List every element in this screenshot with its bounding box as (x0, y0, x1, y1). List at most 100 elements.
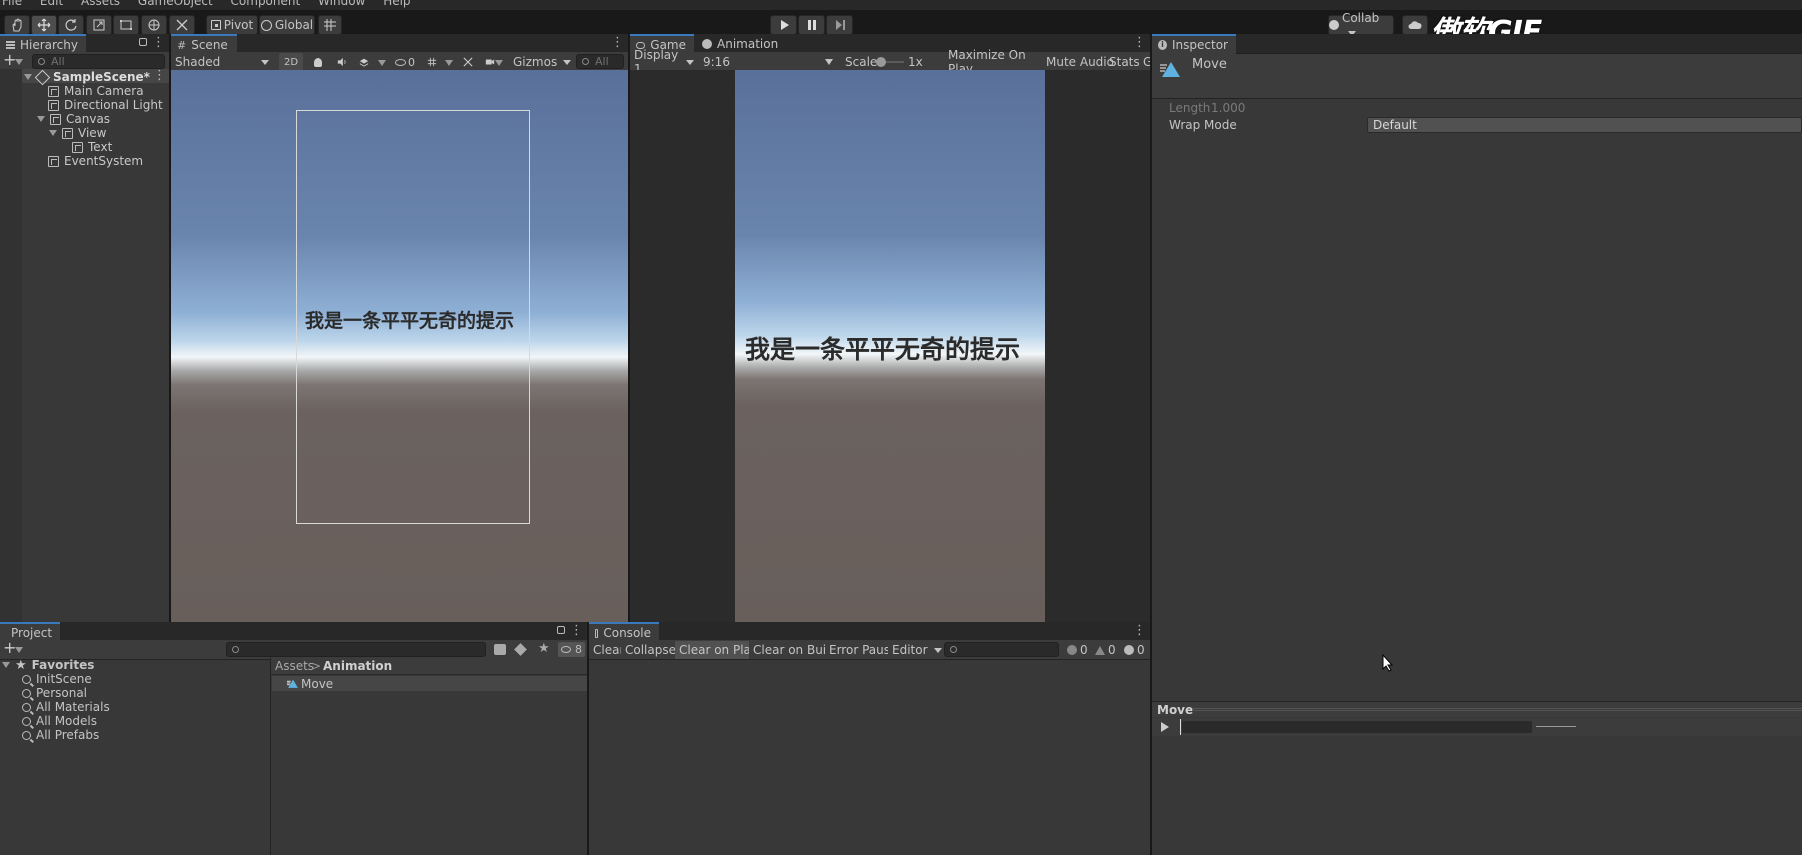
shading-mode-dropdown[interactable]: Shaded (171, 53, 273, 71)
lightbulb-icon (314, 57, 322, 67)
favorite-item[interactable]: All Prefabs (22, 728, 99, 742)
preview-speed-slider[interactable] (1536, 726, 1576, 727)
collab-dropdown[interactable]: Collab (1328, 11, 1394, 35)
menu-assets[interactable]: Assets (81, 0, 120, 8)
scene-more-icon[interactable]: ⋮ (611, 36, 624, 51)
scene-viewport[interactable]: 我是一条平平无奇的提示 (171, 70, 628, 622)
lock-icon[interactable] (139, 38, 147, 46)
project-more-icon[interactable]: ⋮ (570, 624, 583, 639)
favorite-item[interactable]: InitScene (22, 672, 92, 686)
hierarchy-search-input[interactable]: All (32, 54, 165, 69)
more-menu-icon[interactable]: ⋮ (152, 36, 165, 51)
tab-console[interactable]: Console (589, 622, 659, 642)
lock-icon[interactable] (557, 626, 565, 634)
console-search-input[interactable] (944, 642, 1059, 657)
console-more-icon[interactable]: ⋮ (1133, 624, 1146, 639)
step-button[interactable] (826, 15, 853, 35)
project-search-input[interactable] (226, 642, 486, 657)
hand-icon (12, 18, 22, 32)
grid-dropdown-icon[interactable] (445, 60, 453, 66)
favorites-header[interactable]: ★ Favorites (0, 658, 94, 673)
favorite-item[interactable]: All Models (22, 714, 97, 728)
game-more-icon[interactable]: ⋮ (1133, 36, 1146, 51)
expand-arrow-icon[interactable] (2, 662, 10, 668)
expand-arrow-icon[interactable] (37, 116, 45, 122)
transform-tool-button[interactable] (141, 15, 167, 35)
hidden-packages-toggle[interactable]: 8 (558, 642, 585, 657)
preview-drag-handle[interactable] (1192, 708, 1802, 711)
scene-more-icon[interactable]: ⋮ (153, 69, 166, 84)
gizmos-dropdown[interactable]: Gizmos (509, 53, 567, 71)
play-button[interactable] (770, 15, 797, 35)
audio-toggle-button[interactable] (333, 53, 351, 71)
menu-help[interactable]: Help (383, 0, 410, 8)
aspect-dropdown[interactable]: 9:16 (699, 53, 837, 71)
tab-scene[interactable]: # Scene (171, 34, 237, 54)
error-filter-toggle[interactable]: 0 (1120, 641, 1149, 659)
gizmos-toggle[interactable]: G (1139, 53, 1150, 71)
effects-dropdown-icon[interactable] (378, 60, 386, 66)
cloud-button[interactable] (1402, 15, 1428, 35)
expand-arrow-icon[interactable] (24, 74, 32, 80)
stats-toggle[interactable]: Stats (1105, 53, 1140, 71)
favorite-item[interactable]: Personal (22, 686, 87, 700)
collapse-toggle[interactable]: Collapse (621, 641, 680, 659)
editor-dropdown[interactable]: Editor (888, 641, 946, 659)
favorite-item[interactable]: All Materials (22, 700, 110, 714)
warning-filter-toggle[interactable]: 0 (1091, 641, 1120, 659)
length-label: Length (1169, 101, 1211, 115)
display-dropdown[interactable]: Display 1 (630, 48, 698, 76)
menu-file[interactable]: File (2, 0, 22, 8)
hierarchy-item-eventsystem[interactable]: EventSystem (48, 153, 143, 169)
move-tool-button[interactable] (31, 15, 57, 35)
preview-timeline-cursor[interactable] (1180, 719, 1181, 735)
project-panel: Project ⋮ + ★ 8 ★ Favorites InitScene Pe… (0, 622, 587, 855)
hidden-objects-toggle[interactable]: 0 (391, 53, 419, 71)
search-by-type-icon[interactable] (494, 644, 506, 655)
preview-play-icon[interactable] (1160, 722, 1170, 732)
scale-slider-thumb[interactable] (876, 57, 886, 67)
tab-animation[interactable]: Animation (696, 34, 792, 54)
wrap-mode-label[interactable]: Wrap Mode (1169, 118, 1237, 132)
favorite-star-icon[interactable]: ★ (538, 641, 550, 656)
menu-gameobject[interactable]: GameObject (138, 0, 213, 8)
camera-dropdown-icon[interactable] (495, 60, 503, 66)
pivot-toggle-button[interactable]: Pivot (206, 15, 258, 35)
rotate-tool-button[interactable] (58, 15, 84, 35)
preview-timeline[interactable] (1182, 721, 1532, 733)
pause-button[interactable] (798, 15, 825, 35)
add-dropdown-icon[interactable] (15, 59, 23, 65)
breadcrumb-animation[interactable]: Animation (323, 659, 392, 673)
file-row[interactable]: Move (272, 676, 587, 691)
pause-icon (807, 20, 816, 30)
tab-inspector[interactable]: i Inspector (1152, 34, 1236, 54)
grid-toggle-button[interactable] (423, 53, 441, 71)
custom-tool-button[interactable] (169, 15, 195, 35)
lighting-toggle-button[interactable] (310, 53, 328, 71)
chevron-down-icon (825, 59, 833, 65)
tools-toggle-button[interactable] (459, 53, 477, 71)
hand-tool-button[interactable] (4, 15, 30, 35)
info-filter-toggle[interactable]: 0 (1063, 641, 1092, 659)
menu-component[interactable]: Component (231, 0, 301, 8)
mouse-cursor-icon (1382, 654, 1394, 672)
game-viewport[interactable]: 我是一条平平无奇的提示 (735, 70, 1045, 622)
global-toggle-button[interactable]: Global (259, 15, 315, 35)
hidden-packages-count: 8 (575, 643, 582, 656)
scene-search-input[interactable]: All (576, 54, 624, 69)
wrap-mode-dropdown[interactable]: Default (1367, 117, 1802, 133)
effects-toggle-button[interactable] (355, 53, 373, 71)
rect-tool-button[interactable] (113, 15, 139, 35)
toggle-2d-button[interactable]: 2D (279, 53, 303, 71)
create-dropdown-icon[interactable] (15, 647, 23, 653)
label-tag-icon[interactable] (514, 643, 527, 656)
step-icon (835, 20, 845, 30)
menu-edit[interactable]: Edit (40, 0, 63, 8)
menu-window[interactable]: Window (318, 0, 365, 8)
grid-snap-button[interactable] (318, 15, 342, 35)
scale-tool-button[interactable] (86, 15, 112, 35)
maximize-on-play-toggle[interactable]: Maximize On Play (944, 48, 1040, 76)
aspect-label: 9:16 (703, 55, 730, 69)
breadcrumb-assets[interactable]: Assets (275, 659, 314, 673)
expand-arrow-icon[interactable] (49, 130, 57, 136)
